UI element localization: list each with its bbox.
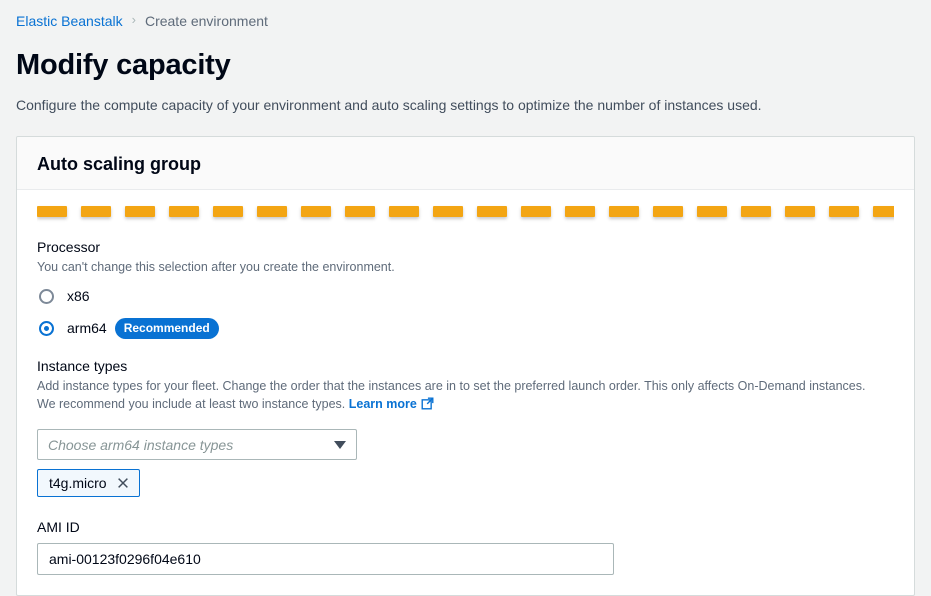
card-title: Auto scaling group bbox=[37, 153, 894, 175]
redaction-dash bbox=[873, 206, 894, 217]
radio-label-arm64: arm64 bbox=[67, 319, 107, 337]
processor-description: You can't change this selection after yo… bbox=[37, 258, 882, 276]
radio-label-x86: x86 bbox=[67, 287, 90, 305]
redaction-dash bbox=[829, 206, 859, 217]
redaction-dash bbox=[213, 206, 243, 217]
chevron-down-icon[interactable] bbox=[334, 441, 346, 449]
processor-field-group: Processor You can't change this selectio… bbox=[37, 238, 894, 341]
ami-id-input[interactable]: ami-00123f0296f04e610 bbox=[37, 543, 614, 575]
breadcrumb-item-elastic-beanstalk[interactable]: Elastic Beanstalk bbox=[16, 12, 123, 30]
breadcrumb-item-create-environment: Create environment bbox=[145, 12, 268, 30]
redaction-dash bbox=[433, 206, 463, 217]
auto-scaling-group-card: Auto scaling group Processor You can't c… bbox=[16, 136, 915, 596]
redaction-dash bbox=[697, 206, 727, 217]
external-link-icon bbox=[421, 397, 434, 415]
redaction-dash bbox=[345, 206, 375, 217]
instance-types-select[interactable]: Choose arm64 instance types bbox=[37, 429, 357, 460]
processor-label: Processor bbox=[37, 238, 894, 256]
redaction-dash bbox=[609, 206, 639, 217]
instance-types-label: Instance types bbox=[37, 357, 894, 375]
redaction-dash bbox=[37, 206, 67, 217]
radio-icon-unchecked[interactable] bbox=[39, 289, 54, 304]
radio-option-arm64[interactable]: arm64 Recommended bbox=[37, 315, 894, 341]
instance-types-description-text: Add instance types for your fleet. Chang… bbox=[37, 379, 865, 411]
ami-id-value: ami-00123f0296f04e610 bbox=[49, 550, 201, 568]
redacted-content-bar bbox=[37, 190, 894, 226]
redaction-dash bbox=[257, 206, 287, 217]
instance-types-field-group: Instance types Add instance types for yo… bbox=[37, 357, 894, 497]
card-body: Processor You can't change this selectio… bbox=[17, 190, 914, 595]
redaction-dash bbox=[169, 206, 199, 217]
redaction-dash bbox=[389, 206, 419, 217]
status-badge-recommended: Recommended bbox=[115, 318, 219, 339]
redaction-dash bbox=[653, 206, 683, 217]
redaction-dash bbox=[477, 206, 507, 217]
redaction-dash bbox=[521, 206, 551, 217]
token-t4g-micro[interactable]: t4g.micro bbox=[37, 469, 140, 497]
learn-more-link[interactable]: Learn more bbox=[349, 397, 434, 411]
radio-icon-checked[interactable] bbox=[39, 321, 54, 336]
card-header: Auto scaling group bbox=[17, 137, 914, 190]
ami-id-label: AMI ID bbox=[37, 518, 894, 536]
instance-types-description: Add instance types for your fleet. Chang… bbox=[37, 377, 882, 415]
learn-more-label: Learn more bbox=[349, 397, 417, 411]
redaction-dash bbox=[785, 206, 815, 217]
redaction-dash bbox=[301, 206, 331, 217]
redaction-dash bbox=[741, 206, 771, 217]
page-description: Configure the compute capacity of your e… bbox=[16, 95, 931, 115]
redaction-dash bbox=[125, 206, 155, 217]
instance-types-select-placeholder: Choose arm64 instance types bbox=[48, 437, 334, 453]
token-label: t4g.micro bbox=[49, 474, 107, 492]
breadcrumb-separator-icon: › bbox=[132, 11, 136, 29]
instance-types-token-list: t4g.micro bbox=[37, 469, 894, 497]
redaction-dash bbox=[565, 206, 595, 217]
breadcrumb: Elastic Beanstalk › Create environment bbox=[0, 0, 931, 30]
redaction-dash bbox=[81, 206, 111, 217]
ami-id-field-group: AMI ID ami-00123f0296f04e610 bbox=[37, 518, 894, 575]
close-icon[interactable] bbox=[116, 476, 130, 490]
processor-radio-group[interactable]: x86 arm64 Recommended bbox=[37, 283, 894, 341]
radio-option-x86[interactable]: x86 bbox=[37, 283, 894, 309]
page-title: Modify capacity bbox=[16, 47, 931, 83]
